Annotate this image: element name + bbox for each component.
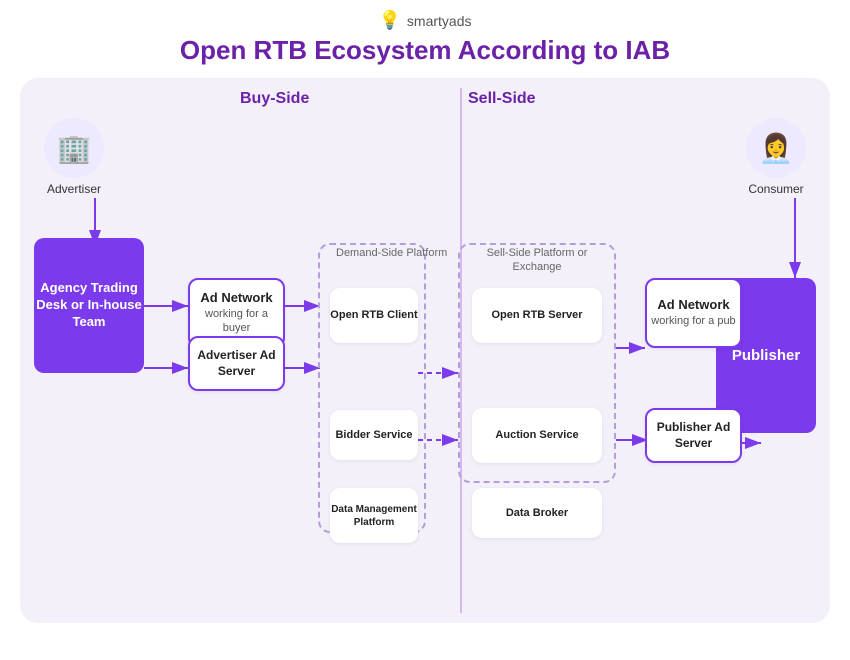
logo-text: smartyads (407, 13, 472, 29)
advertiser-icon: 🏢 (44, 118, 104, 178)
logo-icon: 💡 (379, 10, 401, 31)
data-broker-box: Data Broker (472, 488, 602, 538)
ad-network-pub-box: Ad Network working for a pub (645, 278, 742, 348)
page: 💡 smartyads Open RTB Ecosystem According… (0, 0, 850, 660)
diagram-container: Buy-Side Sell-Side 🏢 Advertiser 👩‍💼 Cons… (20, 78, 830, 623)
ssp-label: Sell-Side Platform or Exchange (468, 246, 606, 275)
advertiser-ad-server-box: Advertiser Ad Server (188, 336, 285, 391)
auction-service-box: Auction Service (472, 408, 602, 463)
logo-row: 💡 smartyads (379, 10, 472, 31)
advertiser-box: 🏢 Advertiser (34, 118, 114, 196)
consumer-box: 👩‍💼 Consumer (736, 118, 816, 196)
advertiser-label: Advertiser (34, 182, 114, 196)
dsp-label: Demand-Side Platform (336, 246, 447, 260)
consumer-icon: 👩‍💼 (746, 118, 806, 178)
bidder-service-box: Bidder Service (330, 410, 418, 460)
consumer-label: Consumer (736, 182, 816, 196)
open-rtb-server-box: Open RTB Server (472, 288, 602, 343)
publisher-ad-server-box: Publisher Ad Server (645, 408, 742, 463)
data-mgmt-box: Data Management Platform (330, 488, 418, 543)
open-rtb-client-box: Open RTB Client (330, 288, 418, 343)
buy-side-label: Buy-Side (240, 90, 309, 108)
sell-side-label: Sell-Side (468, 90, 536, 108)
page-title: Open RTB Ecosystem According to IAB (180, 35, 670, 66)
agency-trading-desk-box: Agency Trading Desk or In-house Team (34, 238, 144, 373)
